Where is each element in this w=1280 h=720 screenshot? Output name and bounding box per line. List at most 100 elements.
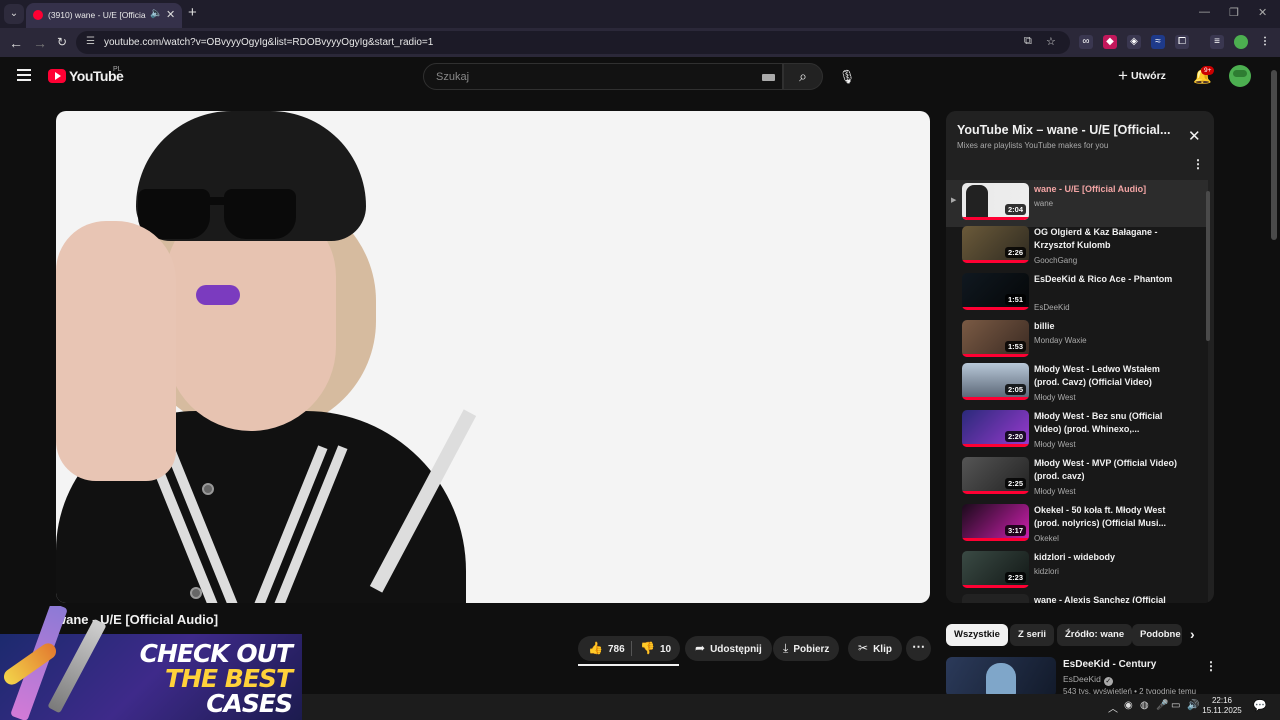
playlist-items: ▶ 2:04 wane - U/E [Official Audio] wane … xyxy=(946,180,1208,603)
chip-all[interactable]: Wszystkie xyxy=(946,624,1008,646)
avatar[interactable] xyxy=(1229,65,1251,87)
minimize-icon[interactable]: — xyxy=(1199,6,1210,18)
thumbnail-figure xyxy=(986,663,1016,697)
back-icon[interactable]: ← xyxy=(9,35,23,51)
profile-icon[interactable] xyxy=(1234,35,1248,49)
playlist-item-title: wane - U/E [Official Audio] xyxy=(1034,184,1147,194)
reading-list-icon[interactable]: ≡ xyxy=(1210,35,1224,49)
duration-badge: 2:04 xyxy=(1004,204,1026,215)
watch-progress xyxy=(962,491,1029,494)
url-field[interactable]: ☰ youtube.com/watch?v=OBvyyyOgyIg&list=R… xyxy=(76,31,1070,54)
reload-icon[interactable]: ↻ xyxy=(57,35,67,49)
site-info-icon[interactable]: ☰ xyxy=(86,36,95,47)
extension-glasses-icon[interactable]: ∞ xyxy=(1079,35,1093,49)
sunglasses-right-lens xyxy=(224,189,296,239)
close-playlist-icon[interactable]: ✕ xyxy=(1188,127,1201,145)
duration-badge: 2:26 xyxy=(1004,247,1026,258)
search-icon: ⌕ xyxy=(799,68,807,84)
speaker-icon[interactable]: 🔈 xyxy=(150,8,162,19)
youtube-logo-icon[interactable] xyxy=(48,69,66,83)
search-button[interactable]: ⌕ xyxy=(783,63,823,90)
browser-tab[interactable]: (3910) wane - U/E [Official 🔈 ✕ xyxy=(26,3,182,28)
youtube-favicon-icon xyxy=(33,10,43,20)
browser-menu-icon[interactable]: ⋮ xyxy=(1258,35,1272,49)
recommendation-menu-icon[interactable]: ⋮ xyxy=(1205,659,1217,673)
more-actions-icon[interactable]: ⋯ xyxy=(906,636,931,661)
recommendation-thumbnail[interactable] xyxy=(946,657,1056,697)
recommendation-channel[interactable]: EsDeeKid ✓ xyxy=(1063,674,1113,686)
chip-source[interactable]: Źródło: wane xyxy=(1057,624,1133,646)
page-scrollbar[interactable] xyxy=(1271,70,1277,240)
extension-translate-icon[interactable]: ≈ xyxy=(1151,35,1165,49)
playlist-thumbnail xyxy=(962,594,1029,603)
clock-time: 22:16 xyxy=(1211,696,1233,705)
playlist-item[interactable]: wane - Alexis Sanchez (Official xyxy=(946,591,1208,603)
playlist-item-title: OG Olgierd & Kaz Bałagane - Krzysztof Ku… xyxy=(1034,227,1158,250)
taskbar-clock[interactable]: 22:16 15.11.2025 xyxy=(1202,696,1242,716)
playlist-thumbnail: 1:53 xyxy=(962,320,1029,357)
new-tab-icon[interactable]: + xyxy=(188,4,197,21)
playlist-item[interactable]: 2:20 Młody West - Bez snu (Official Vide… xyxy=(946,407,1208,454)
playlist-scrollbar[interactable] xyxy=(1206,191,1210,341)
playlist-item-channel: GoochGang xyxy=(1034,256,1078,265)
extension-diamond-icon[interactable]: ◈ xyxy=(1127,35,1141,49)
playlist-item[interactable]: 2:05 Młody West - Ledwo Wstałem (prod. C… xyxy=(946,360,1208,407)
tray-mic-icon[interactable]: 🎤 xyxy=(1156,700,1168,711)
keyboard-icon[interactable] xyxy=(762,74,775,81)
tab-close-icon[interactable]: ✕ xyxy=(166,8,175,21)
tray-network-icon[interactable]: ▭ xyxy=(1171,700,1180,711)
playlist-panel: YouTube Mix – wane - U/E [Official... Mi… xyxy=(946,111,1214,603)
playlist-item[interactable]: 2:23 kidzlori - widebody kidzlori xyxy=(946,548,1208,595)
guide-menu-icon[interactable] xyxy=(17,69,31,81)
playlist-header: YouTube Mix – wane - U/E [Official... Mi… xyxy=(946,111,1214,175)
playlist-item-title: Młody West - MVP (Official Video) (prod.… xyxy=(1034,458,1178,481)
maximize-icon[interactable]: ❐ xyxy=(1229,6,1239,19)
notification-center-icon[interactable]: 💬 xyxy=(1253,699,1267,712)
playlist-thumbnail: 3:17 xyxy=(962,504,1029,541)
tab-search-dropdown-icon[interactable]: ⌄ xyxy=(4,4,24,24)
playlist-item[interactable]: 1:53 billie Monday Waxie xyxy=(946,317,1208,364)
playlist-item[interactable]: 2:25 Młody West - MVP (Official Video) (… xyxy=(946,454,1208,501)
now-playing-icon: ▶ xyxy=(951,197,957,204)
search-input[interactable]: Szukaj xyxy=(423,63,783,90)
bookmark-star-icon[interactable]: ☆ xyxy=(1046,35,1056,48)
tray-steam-icon[interactable]: ◍ xyxy=(1140,700,1149,711)
url-text[interactable]: youtube.com/watch?v=OBvyyyOgyIg&list=RDO… xyxy=(104,37,433,48)
watch-progress xyxy=(962,217,1029,220)
chevron-right-icon[interactable]: › xyxy=(1190,626,1195,642)
extension-shield-icon[interactable]: ◆ xyxy=(1103,35,1117,49)
playlist-menu-icon[interactable]: ⋮ xyxy=(1192,157,1204,171)
create-button[interactable]: + Utwórz xyxy=(1118,64,1166,88)
share-label: Udostępnij xyxy=(710,644,762,655)
video-player[interactable] xyxy=(56,111,930,603)
voice-search-icon[interactable]: 🎙 xyxy=(836,66,858,88)
share-button[interactable]: ➦ Udostępnij xyxy=(685,636,772,661)
extensions-puzzle-icon[interactable]: ⧠ xyxy=(1175,35,1189,49)
playlist-item[interactable]: 2:26 OG Olgierd & Kaz Bałagane - Krzyszt… xyxy=(946,223,1208,270)
playlist-title[interactable]: YouTube Mix – wane - U/E [Official... xyxy=(957,123,1177,137)
playlist-item[interactable]: 3:17 Okekel - 50 koła ft. Młody West (pr… xyxy=(946,501,1208,548)
ad-banner[interactable]: CHECK OUT THE BEST CASES xyxy=(0,606,302,720)
recommendation-title[interactable]: EsDeeKid - Century xyxy=(1063,659,1156,670)
chip-related[interactable]: Podobne xyxy=(1132,624,1182,646)
playlist-thumbnail: 1:51 xyxy=(962,273,1029,310)
playlist-item[interactable]: 1:51 EsDeeKid & Rico Ace - Phantom EsDee… xyxy=(946,270,1208,317)
video-frame-hand xyxy=(56,221,176,481)
playlist-item[interactable]: ▶ 2:04 wane - U/E [Official Audio] wane xyxy=(946,180,1208,227)
playlist-thumbnail: 2:04 xyxy=(962,183,1029,220)
dislike-button[interactable]: 👎 10 xyxy=(640,636,671,662)
tray-overflow-icon[interactable]: ︿ xyxy=(1108,700,1118,715)
tray-volume-icon[interactable]: 🔊 xyxy=(1187,700,1199,711)
cast-icon[interactable]: ⧉ xyxy=(1024,35,1032,48)
clip-button[interactable]: ✂ Klip xyxy=(848,636,902,661)
like-button[interactable]: 👍 786 xyxy=(588,636,625,662)
duration-badge: 1:53 xyxy=(1004,341,1026,352)
download-button[interactable]: ⤓ Pobierz xyxy=(773,636,840,661)
tab-title: (3910) wane - U/E [Official xyxy=(48,10,146,20)
chip-series[interactable]: Z serii xyxy=(1010,624,1054,646)
dislike-count: 10 xyxy=(659,644,672,655)
window-close-icon[interactable]: ✕ xyxy=(1258,6,1267,19)
tray-discord-icon[interactable]: ◉ xyxy=(1124,700,1133,711)
share-icon: ➦ xyxy=(695,641,706,655)
forward-icon[interactable]: → xyxy=(33,35,47,51)
